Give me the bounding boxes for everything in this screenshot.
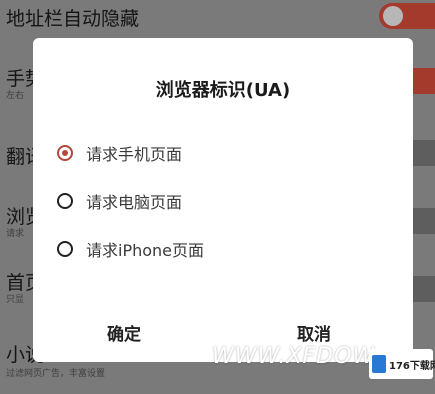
toggle-address-bar-autohide[interactable] <box>379 3 435 29</box>
site-logo-icon <box>372 355 386 373</box>
option-mobile-label: 请求手机页面 <box>86 145 183 164</box>
setting-subtitle-gesture: 左右 <box>6 91 25 101</box>
option-mobile[interactable]: 请求手机页面 <box>57 138 182 168</box>
setting-title-address-bar-autohide: 地址栏自动隐藏 <box>6 8 140 30</box>
setting-subtitle-homepage: 只显 <box>6 295 25 305</box>
radio-iphone[interactable] <box>57 241 73 257</box>
dialog-title: 浏览器标识(UA) <box>155 80 291 101</box>
option-desktop-label: 请求电脑页面 <box>86 193 183 212</box>
option-desktop[interactable]: 请求电脑页面 <box>57 186 182 216</box>
setting-subtitle-browser: 请求 <box>6 229 25 239</box>
setting-subtitle-novel: 过滤网页广告，丰富设置 <box>6 369 106 379</box>
option-iphone-label: 请求iPhone页面 <box>86 241 205 260</box>
toggle-knob <box>383 6 403 26</box>
watermark-text: WWW.XFDOW <box>212 344 376 369</box>
confirm-button[interactable]: 确定 <box>99 316 149 349</box>
radio-desktop[interactable] <box>57 193 73 209</box>
watermark-logo-text: 176下载网 <box>389 360 435 372</box>
radio-mobile[interactable] <box>57 145 73 161</box>
option-iphone[interactable]: 请求iPhone页面 <box>57 234 204 264</box>
ua-dialog: 浏览器标识(UA) 请求手机页面 请求电脑页面 请求iPhone页面 确定 取消 <box>33 38 413 362</box>
watermark-logo: 176下载网 <box>369 349 435 379</box>
